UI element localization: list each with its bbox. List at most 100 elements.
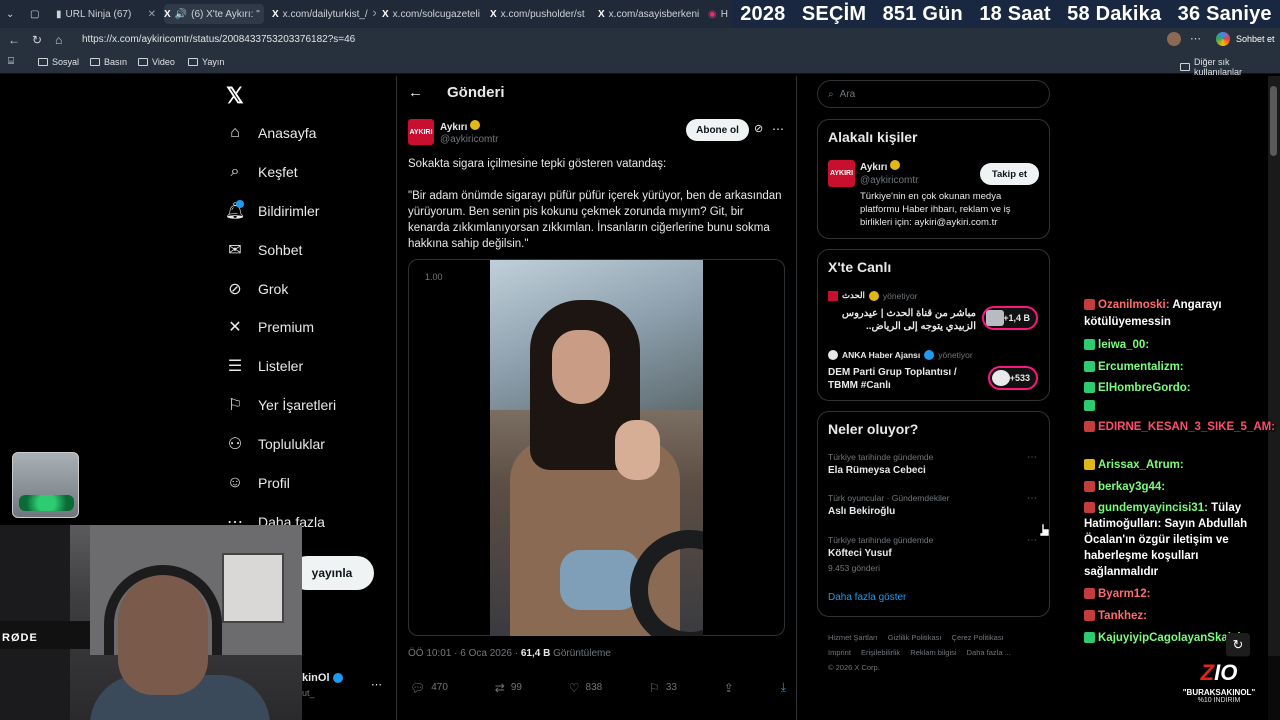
tab-url-ninja[interactable]: ▮ URL Ninja (67) ✕ [56, 4, 156, 24]
account-switcher[interactable]: kinOl [302, 672, 343, 684]
nav-label: Sohbet [258, 242, 303, 258]
tab-asayisberkeni[interactable]: X x.com/asayisberkeni ✕ [598, 4, 702, 24]
chat-username[interactable]: Tankhez: [1098, 610, 1147, 622]
chat-username[interactable]: berkay3g44: [1098, 481, 1165, 493]
trend-more-icon[interactable]: ⋯ [1027, 493, 1037, 504]
bookmark-button[interactable]: ⚐ 33 [649, 680, 677, 695]
chat-username[interactable]: ElHombreGordo: [1098, 382, 1191, 394]
post-time[interactable]: ÖÖ 10:01 · 6 Oca 2026 · [408, 648, 521, 659]
download-button[interactable]: ⤓ [781, 680, 786, 695]
back-arrow-icon[interactable]: ← [408, 84, 423, 101]
x-logo-icon[interactable]: 𝕏 [226, 83, 244, 109]
tab-dailyturkist[interactable]: X x.com/dailyturkist_/ ✕ [272, 4, 376, 24]
refresh-icon[interactable]: ↻ [1226, 633, 1250, 657]
author-handle[interactable]: @aykiricomtr [440, 134, 499, 145]
live-title[interactable]: DEM Parti Grup Toplantısı / TBMM #Canlı [828, 366, 976, 392]
profile-avatar[interactable] [1167, 32, 1181, 46]
search-input[interactable]: ⌕ Ara [817, 80, 1050, 108]
nav-bookmarks[interactable]: ⚐ Yer İşaretleri [226, 396, 336, 414]
chat-username[interactable]: Ozanilmoski: [1098, 299, 1170, 311]
countdown-seconds: 36 Saniye [1177, 2, 1272, 25]
trend-more-icon[interactable]: ⋯ [1027, 535, 1037, 546]
trend-more-icon[interactable]: ⋯ [1027, 452, 1037, 463]
footer-link[interactable]: Reklam bilgisi [910, 648, 956, 657]
trend-name[interactable]: Aslı Bekiroğlu [828, 506, 895, 517]
chat-username[interactable]: EDIRNE_KESAN_3_SIKE_5_AM: [1098, 421, 1275, 433]
more-icon[interactable]: ⋯ [772, 122, 784, 136]
chat-username[interactable]: Ercumentalizm: [1098, 361, 1184, 373]
workspaces-icon[interactable]: ▢ [30, 4, 48, 24]
tab-solcugazete[interactable]: X x.com/solcugazeteli ✕ [382, 4, 482, 24]
url-input[interactable]: https://x.com/aykiricomtr/status/2008433… [82, 31, 812, 49]
follow-button[interactable]: Takip et [980, 163, 1039, 185]
author-name-row[interactable]: Aykırı [440, 120, 481, 133]
bookmark-video[interactable]: Video [138, 57, 175, 67]
live-listeners-badge[interactable]: +1,4 B [982, 306, 1038, 330]
speaker-icon[interactable]: 🔊 [175, 9, 187, 20]
bookmark-sosyal[interactable]: Sosyal [38, 57, 79, 67]
trend-name[interactable]: Köfteci Yusuf [828, 548, 892, 559]
tab-list-icon[interactable]: ⌄ [6, 4, 26, 24]
tab-pusholder[interactable]: X x.com/pusholder/st ✕ [490, 4, 590, 24]
copilot-icon[interactable] [1216, 32, 1230, 46]
bookmark-yayin[interactable]: Yayın [188, 57, 224, 67]
footer-link[interactable]: Gizlilik Politikası [888, 633, 942, 642]
show-more-link[interactable]: Daha fazla göster [828, 592, 906, 603]
author-avatar[interactable]: AYKIRI [408, 119, 434, 145]
video-frame[interactable] [490, 260, 703, 636]
person-avatar[interactable]: AYKIRI [828, 160, 855, 187]
chat-username[interactable]: leiwa_00: [1098, 339, 1149, 351]
live-title[interactable]: مباشر من قناة الحدث | عيدروس الزبيدي يتو… [828, 307, 976, 333]
footer-link[interactable]: Daha fazla ... [967, 648, 1011, 657]
nav-messages[interactable]: ✉ Sohbet [226, 241, 302, 259]
chat-username[interactable]: KajuyiyipCagolayanSkalek [1098, 632, 1244, 644]
account-name: kinOl [302, 672, 330, 684]
footer-link[interactable]: Imprint [828, 648, 851, 657]
more-icon[interactable]: ⋯ [1190, 32, 1201, 45]
live-host-status: yönetiyor [882, 290, 918, 301]
post-button[interactable]: yayınla [290, 556, 374, 590]
chat-username[interactable]: Arissax_Atrum: [1098, 459, 1184, 471]
reply-button[interactable]: 💬︎ 470 [410, 680, 448, 695]
chat-profile-button[interactable]: Sohbet et [1236, 34, 1275, 44]
author-name: Aykırı [440, 122, 468, 133]
trend-name[interactable]: Ela Rümeysa Cebeci [828, 465, 926, 476]
person-handle[interactable]: @aykiricomtr [860, 175, 919, 186]
scrollbar-thumb[interactable] [1270, 86, 1277, 156]
chat-username[interactable]: gundemyayincisi31: [1098, 502, 1208, 514]
nav-communities[interactable]: ⚇ Topluluklar [226, 435, 325, 453]
nav-grok[interactable]: ⊘ Grok [226, 280, 288, 298]
live-listeners-badge[interactable]: +533 [988, 366, 1038, 390]
reload-icon[interactable]: ↻ [32, 33, 42, 47]
account-more-icon[interactable]: ⋯ [371, 678, 382, 691]
repost-button[interactable]: ⇄ 99 [495, 680, 522, 695]
footer-link[interactable]: Hizmet Şartları [828, 633, 878, 642]
grok-icon[interactable]: ⊘ [754, 122, 763, 135]
back-icon[interactable]: ← [8, 33, 20, 47]
tab-instagram[interactable]: ◉ H [708, 4, 734, 24]
scrollbar-track[interactable] [1268, 76, 1280, 720]
chat-username[interactable]: Byarm12: [1098, 588, 1150, 600]
share-button[interactable]: ⇪ [724, 680, 734, 695]
subscribe-button[interactable]: Abone ol [686, 119, 749, 141]
close-icon[interactable]: ✕ [372, 9, 376, 20]
nav-premium[interactable]: ✕ Premium [226, 318, 314, 336]
chat-badge-icon [1084, 421, 1095, 433]
footer-link[interactable]: Erişilebilirlik [861, 648, 900, 657]
nav-explore[interactable]: ⌕ Keşfet [226, 163, 298, 181]
bookmark-basin[interactable]: Basın [90, 57, 127, 67]
bookmark-other[interactable]: Diğer sık kullanılanlar [1180, 57, 1280, 77]
like-button[interactable]: ♡ 838 [569, 680, 602, 695]
home-icon[interactable]: ⌂ [55, 33, 62, 47]
close-icon[interactable]: ✕ [589, 9, 590, 20]
close-icon[interactable]: ✕ [148, 9, 156, 20]
nav-profile[interactable]: ☺ Profil [226, 474, 290, 492]
person-name-row[interactable]: Aykırı [860, 160, 901, 173]
repost-count: 99 [510, 682, 522, 693]
tab-aykiri-active[interactable]: X 🔊 (6) X'te Aykırı: " ✕ [164, 4, 264, 24]
footer-link[interactable]: Çerez Politikası [952, 633, 1004, 642]
bookmarks-menu-icon[interactable]: ⌸ [8, 56, 14, 67]
nav-lists[interactable]: ☰ Listeler [226, 357, 303, 375]
nav-home[interactable]: ⌂ Anasayfa [226, 124, 316, 142]
sponsor-logo: ZIO [1158, 660, 1280, 686]
